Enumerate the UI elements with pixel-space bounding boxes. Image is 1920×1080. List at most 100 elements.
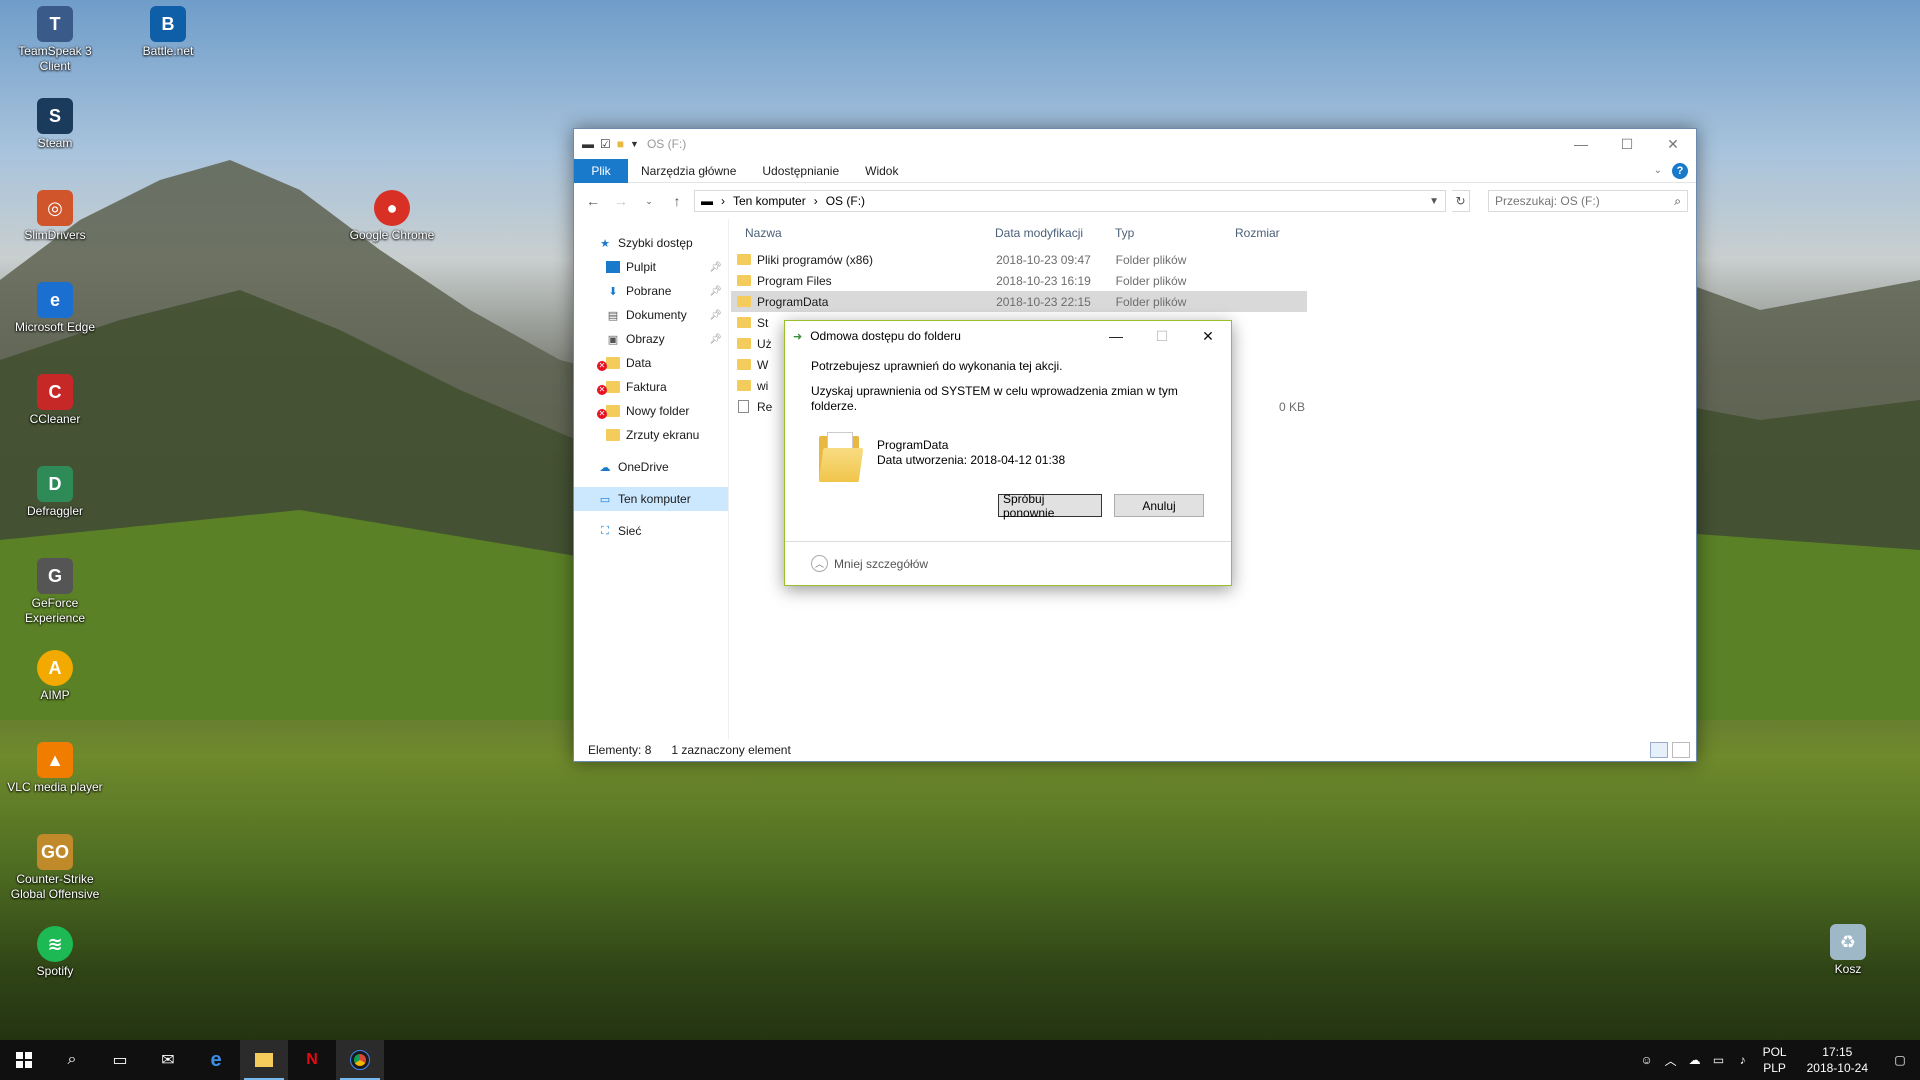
chevron-up-icon[interactable]: ︿ (811, 555, 828, 572)
retry-button[interactable]: Spróbuj ponownie (998, 492, 1102, 520)
clock[interactable]: 17:15 2018-10-24 (1795, 1044, 1880, 1076)
breadcrumb-separator-icon: › (813, 194, 818, 208)
onedrive-icon: ☁ (599, 461, 611, 474)
desktop-icon-steam[interactable]: S Steam (5, 98, 105, 151)
explorer-titlebar: ▬ ☑ ■ ▼ OS (F:) — ☐ ✕ (574, 129, 1696, 159)
desktop-icon-battlenet[interactable]: B Battle.net (118, 6, 218, 59)
desktop-icon-spotify[interactable]: ≋ Spotify (5, 926, 105, 979)
desktop-icon-slimdrivers[interactable]: ◎ SlimDrivers (5, 190, 105, 243)
properties-icon[interactable]: ☑ (600, 137, 611, 151)
nav-item-dokumenty[interactable]: ▤ Dokumenty 📌︎ (574, 303, 728, 327)
column-date-modified[interactable]: Data modyfikacji (989, 226, 1109, 240)
breadcrumb-drive[interactable]: OS (F:) (826, 194, 865, 208)
breadcrumb-this-pc[interactable]: Ten komputer (733, 194, 806, 208)
cancel-button[interactable]: Anuluj (1114, 494, 1204, 517)
desktop-icon-chrome[interactable]: ● Google Chrome (342, 190, 442, 243)
onedrive-icon[interactable]: ☁ (1683, 1053, 1707, 1067)
desktop-icon-csgo[interactable]: GO Counter-Strike Global Offensive (5, 834, 105, 902)
nav-item-data[interactable]: ✕ Data (574, 351, 728, 375)
customize-toolbar-icon[interactable]: ▼ (630, 139, 639, 149)
mail-icon[interactable]: ✉ (144, 1040, 192, 1080)
new-folder-icon[interactable]: ■ (617, 137, 624, 151)
notifications-icon[interactable]: ▢ (1880, 1053, 1920, 1067)
nav-item-pobrane[interactable]: ⬇ Pobrane 📌︎ (574, 279, 728, 303)
task-view-icon[interactable]: ▭ (96, 1040, 144, 1080)
nav-network[interactable]: ⛶ Sieć (574, 519, 728, 543)
minimize-button[interactable]: — (1558, 129, 1604, 159)
search-icon: ⌕ (1674, 193, 1681, 208)
up-button[interactable]: ↑ (666, 193, 688, 209)
drive-icon: ▬ (701, 194, 713, 208)
volume-icon[interactable]: ♪ (1731, 1053, 1755, 1067)
forward-button[interactable]: → (610, 193, 632, 209)
desktop-icon-geforce[interactable]: G GeForce Experience (5, 558, 105, 626)
dialog-titlebar: ➜ Odmowa dostępu do folderu — ☐ ✕ (785, 321, 1231, 351)
start-button[interactable] (0, 1040, 48, 1080)
nav-item-faktura[interactable]: ✕ Faktura (574, 375, 728, 399)
nav-item-nowy-folder[interactable]: ✕ Nowy folder (574, 399, 728, 423)
close-button[interactable]: ✕ (1650, 129, 1696, 159)
chevron-up-icon[interactable]: ︿ (1659, 1052, 1683, 1069)
maximize-button[interactable]: ☐ (1604, 129, 1650, 159)
search-input[interactable]: Przeszukaj: OS (F:) ⌕ (1488, 190, 1688, 212)
star-icon: ★ (600, 237, 610, 250)
chrome-icon[interactable] (336, 1040, 384, 1080)
details-view-icon[interactable] (1650, 742, 1668, 758)
column-name[interactable]: Nazwa (729, 226, 989, 240)
nav-item-zrzuty-ekranu[interactable]: Zrzuty ekranu (574, 423, 728, 447)
nav-item-pulpit[interactable]: Pulpit 📌︎ (574, 255, 728, 279)
tab-share[interactable]: Udostępnianie (749, 159, 852, 183)
tab-home[interactable]: Narzędzia główne (628, 159, 749, 183)
column-type[interactable]: Typ (1109, 226, 1229, 240)
folder-icon (737, 359, 751, 370)
system-tray: ☺ ︿ ☁ ▭ ♪ POL PLP 17:15 2018-10-24 ▢ (1635, 1040, 1920, 1080)
edge-icon[interactable]: e (192, 1040, 240, 1080)
nav-this-pc[interactable]: ▭ Ten komputer (574, 487, 728, 511)
network-icon[interactable]: ▭ (1707, 1053, 1731, 1067)
table-row[interactable]: Pliki programów (x86) 2018-10-23 09:47 F… (731, 249, 1307, 270)
desktop-icon-edge[interactable]: e Microsoft Edge (5, 282, 105, 335)
language-indicator[interactable]: POL PLP (1755, 1044, 1795, 1076)
pin-icon: 📌︎ (709, 309, 722, 321)
desktop-icon-defraggler[interactable]: D Defraggler (5, 466, 105, 519)
tab-file[interactable]: Plik (574, 158, 628, 183)
nav-quick-access[interactable]: ★ Szybki dostęp (574, 231, 728, 255)
vlc-icon: ▲ (37, 742, 73, 778)
folder-icon (606, 405, 620, 417)
teamspeak-icon: T (37, 6, 73, 42)
folder-icon (737, 254, 751, 265)
back-button[interactable]: ← (582, 193, 604, 209)
folder-move-icon: ➜ (793, 330, 803, 343)
tab-view[interactable]: Widok (852, 159, 911, 183)
desktop-icon-vlc[interactable]: ▲ VLC media player (5, 742, 105, 795)
dialog-footer: ︿ Mniej szczegółów (785, 541, 1231, 585)
expand-ribbon-icon[interactable]: ⌄ (1654, 165, 1662, 176)
table-row-selected[interactable]: ProgramData 2018-10-23 22:15 Folder plik… (731, 291, 1307, 312)
search-icon[interactable]: ⌕ (48, 1040, 96, 1080)
desktop-icon-recycle-bin[interactable]: ♻ Kosz (1798, 924, 1898, 977)
desktop-icon-aimp[interactable]: A AIMP (5, 650, 105, 703)
computer-icon: ▭ (599, 493, 611, 506)
recent-locations-icon[interactable]: ⌄ (638, 196, 660, 207)
refresh-button[interactable]: ↻ (1452, 190, 1470, 212)
people-icon[interactable]: ☺ (1635, 1053, 1659, 1067)
search-placeholder: Przeszukaj: OS (F:) (1495, 194, 1600, 208)
file-explorer-icon[interactable] (240, 1040, 288, 1080)
column-size[interactable]: Rozmiar (1229, 226, 1307, 240)
dialog-close-button[interactable]: ✕ (1185, 321, 1231, 351)
desktop-icon-teamspeak[interactable]: T TeamSpeak 3 Client (5, 6, 105, 74)
dialog-minimize-button[interactable]: — (1093, 321, 1139, 351)
address-dropdown-icon[interactable]: ▼ (1429, 196, 1439, 207)
desktop-icon-ccleaner[interactable]: C CCleaner (5, 374, 105, 427)
netflix-icon[interactable]: N (288, 1040, 336, 1080)
less-details-link[interactable]: Mniej szczegółów (834, 557, 928, 571)
address-bar[interactable]: ▬ › Ten komputer › OS (F:) ▼ (694, 190, 1446, 212)
table-row[interactable]: Program Files 2018-10-23 16:19 Folder pl… (731, 270, 1307, 291)
dialog-folder-info: ProgramData Data utworzenia: 2018-04-12 … (785, 424, 1231, 482)
help-icon[interactable]: ? (1672, 162, 1688, 179)
large-icons-view-icon[interactable] (1672, 742, 1690, 758)
dialog-permission-message: Uzyskaj uprawnienia od SYSTEM w celu wpr… (811, 384, 1178, 413)
nav-onedrive[interactable]: ☁ OneDrive (574, 455, 728, 479)
recycle-bin-icon: ♻ (1830, 924, 1866, 960)
nav-item-obrazy[interactable]: ▣ Obrazy 📌︎ (574, 327, 728, 351)
